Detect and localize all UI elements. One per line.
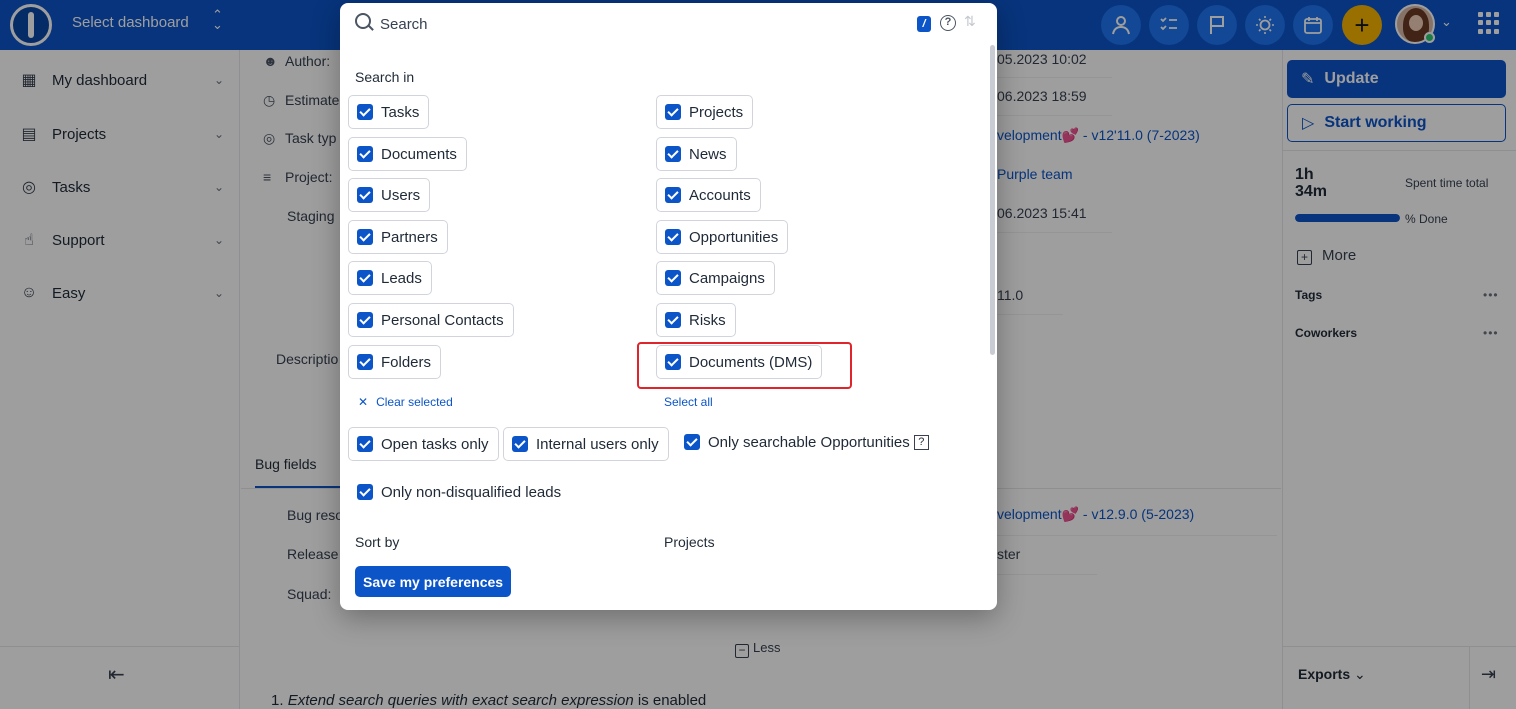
close-icon: ✕: [358, 395, 369, 409]
checkbox-personal-contacts[interactable]: Personal Contacts: [348, 303, 514, 337]
search-in-label: Search in: [355, 69, 415, 85]
search-bar: / ? ⇅: [340, 3, 997, 43]
clear-selected-link[interactable]: ✕ Clear selected: [358, 395, 453, 409]
checkbox-risks[interactable]: Risks: [656, 303, 736, 337]
checkbox-label: Risks: [689, 311, 726, 329]
checkbox-checked-icon: [357, 229, 373, 245]
checkbox-label: Open tasks only: [381, 435, 489, 453]
checkbox-news[interactable]: News: [656, 137, 737, 171]
checkbox-checked-icon: [357, 436, 373, 452]
clear-selected-label: Clear selected: [376, 395, 453, 409]
checkbox-checked-icon: [684, 434, 700, 450]
help-icon[interactable]: ?: [913, 434, 929, 450]
checkbox-checked-icon: [665, 187, 681, 203]
checkbox-checked-icon: [665, 146, 681, 162]
checkbox-checked-icon: [665, 104, 681, 120]
checkbox-only-non-disqualified-leads[interactable]: Only non-disqualified leads: [356, 475, 572, 509]
checkbox-only-searchable-opportunities[interactable]: Only searchable Opportunities?: [683, 425, 939, 459]
checkbox-users[interactable]: Users: [348, 178, 431, 212]
checkbox-label: Leads: [381, 269, 422, 287]
select-all-link[interactable]: Select all: [664, 395, 713, 409]
checkbox-label: Folders: [381, 353, 432, 371]
checkbox-label: Only searchable Opportunities: [708, 433, 910, 451]
search-icon: [355, 13, 371, 29]
checkbox-checked-icon: [512, 436, 528, 452]
checkbox-label: News: [689, 145, 727, 163]
checkbox-label: Accounts: [689, 186, 751, 204]
checkbox-folders[interactable]: Folders: [348, 345, 442, 379]
checkbox-checked-icon: [357, 187, 373, 203]
checkbox-label: Personal Contacts: [381, 311, 504, 329]
checkbox-open-tasks-only[interactable]: Open tasks only: [348, 427, 499, 461]
scrollbar[interactable]: [990, 45, 995, 355]
checkbox-checked-icon: [357, 104, 373, 120]
highlight-box: [637, 342, 852, 389]
search-input[interactable]: [380, 13, 900, 35]
checkbox-label: Tasks: [381, 103, 420, 121]
checkbox-projects[interactable]: Projects: [656, 95, 754, 129]
checkbox-checked-icon: [357, 484, 373, 500]
save-preferences-button[interactable]: Save my preferences: [355, 566, 512, 597]
checkbox-checked-icon: [665, 229, 681, 245]
checkbox-campaigns[interactable]: Campaigns: [656, 261, 775, 295]
sort-icon[interactable]: ⇅: [964, 13, 976, 30]
checkbox-tasks[interactable]: Tasks: [348, 95, 430, 129]
checkbox-label: Only non-disqualified leads: [381, 483, 562, 501]
checkbox-label: Users: [381, 186, 421, 204]
checkbox-accounts[interactable]: Accounts: [656, 178, 761, 212]
checkbox-documents[interactable]: Documents: [348, 137, 467, 171]
checkbox-checked-icon: [357, 312, 373, 328]
keyboard-shortcut-badge: /: [917, 16, 931, 32]
checkbox-label: Partners: [381, 228, 438, 246]
checkbox-internal-users-only[interactable]: Internal users only: [503, 427, 669, 461]
checkbox-label: Documents: [381, 145, 457, 163]
checkbox-checked-icon: [357, 146, 373, 162]
checkbox-leads[interactable]: Leads: [348, 261, 432, 295]
checkbox-label: Internal users only: [536, 435, 659, 453]
checkbox-checked-icon: [665, 312, 681, 328]
checkbox-label: Projects: [689, 103, 744, 121]
checkbox-label: Opportunities: [689, 228, 779, 246]
search-modal: / ? ⇅ Search in Tasks Documents Users Pa…: [340, 3, 997, 610]
sort-by-label: Sort by: [355, 534, 400, 550]
checkbox-checked-icon: [357, 354, 373, 370]
checkbox-checked-icon: [357, 270, 373, 286]
help-icon[interactable]: ?: [940, 15, 956, 31]
checkbox-checked-icon: [665, 270, 681, 286]
checkbox-label: Campaigns: [689, 269, 765, 287]
checkbox-partners[interactable]: Partners: [348, 220, 448, 254]
checkbox-opportunities[interactable]: Opportunities: [656, 220, 789, 254]
sort-projects-label: Projects: [664, 534, 715, 550]
